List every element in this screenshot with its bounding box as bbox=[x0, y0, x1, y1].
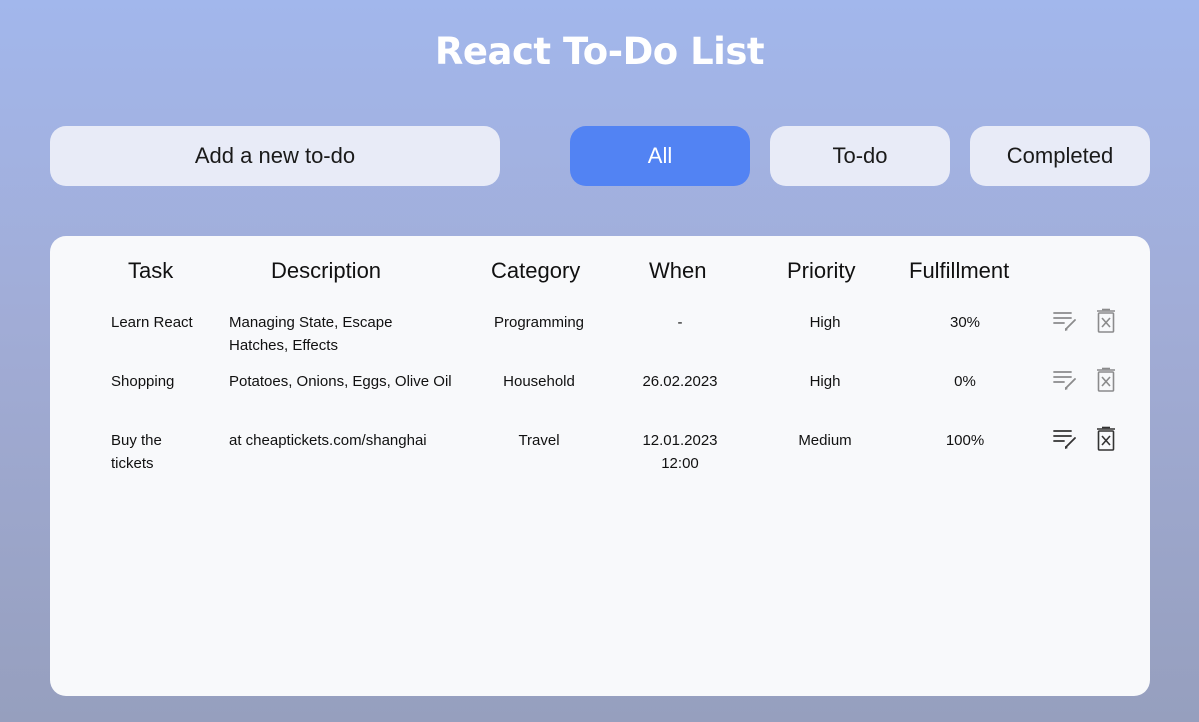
category-cell: Programming bbox=[493, 314, 585, 331]
edit-icon[interactable] bbox=[1052, 308, 1078, 334]
todo-table: Task Description Category When Priority … bbox=[50, 236, 1150, 696]
column-header-fulfillment: Fulfillment bbox=[909, 258, 1010, 283]
edit-icon[interactable] bbox=[1052, 426, 1078, 452]
filter-completed-button[interactable]: Completed bbox=[970, 126, 1150, 186]
filter-all-button[interactable]: All bbox=[570, 126, 750, 186]
delete-icon[interactable] bbox=[1093, 426, 1119, 452]
category-cell: Household bbox=[503, 373, 575, 390]
priority-cell: Medium bbox=[798, 432, 852, 449]
add-todo-button[interactable]: Add a new to-do bbox=[50, 126, 500, 186]
column-header-task: Task bbox=[128, 258, 174, 283]
when-cell: 26.02.2023 bbox=[642, 373, 718, 390]
task-cell: Shopping bbox=[111, 373, 175, 390]
delete-icon[interactable] bbox=[1093, 308, 1119, 334]
description-cell: Potatoes, Onions, Eggs, Olive Oil bbox=[229, 373, 452, 390]
delete-icon[interactable] bbox=[1093, 367, 1119, 393]
task-cell: Learn React bbox=[111, 314, 193, 331]
page-title: React To-Do List bbox=[434, 30, 765, 73]
fulfillment-cell: 30% bbox=[949, 314, 981, 331]
fulfillment-cell: 100% bbox=[945, 432, 985, 449]
description-cell: at cheaptickets.com/shanghai bbox=[229, 432, 427, 449]
column-header-description: Description bbox=[271, 258, 382, 283]
when-cell: 12.01.2023 12:00 bbox=[642, 432, 718, 472]
column-header-when: When bbox=[649, 258, 707, 283]
fulfillment-cell: 0% bbox=[954, 373, 976, 390]
description-cell: Managing State, Escape Hatches, Effects bbox=[229, 314, 393, 354]
edit-icon[interactable] bbox=[1052, 367, 1078, 393]
task-cell: Buy the tickets bbox=[111, 432, 162, 472]
column-header-category: Category bbox=[491, 258, 581, 283]
column-header-priority: Priority bbox=[787, 258, 856, 283]
filter-todo-button[interactable]: To-do bbox=[770, 126, 950, 186]
priority-cell: High bbox=[809, 314, 841, 331]
priority-cell: High bbox=[809, 373, 841, 390]
when-cell: - bbox=[677, 314, 683, 331]
category-cell: Travel bbox=[518, 432, 560, 449]
